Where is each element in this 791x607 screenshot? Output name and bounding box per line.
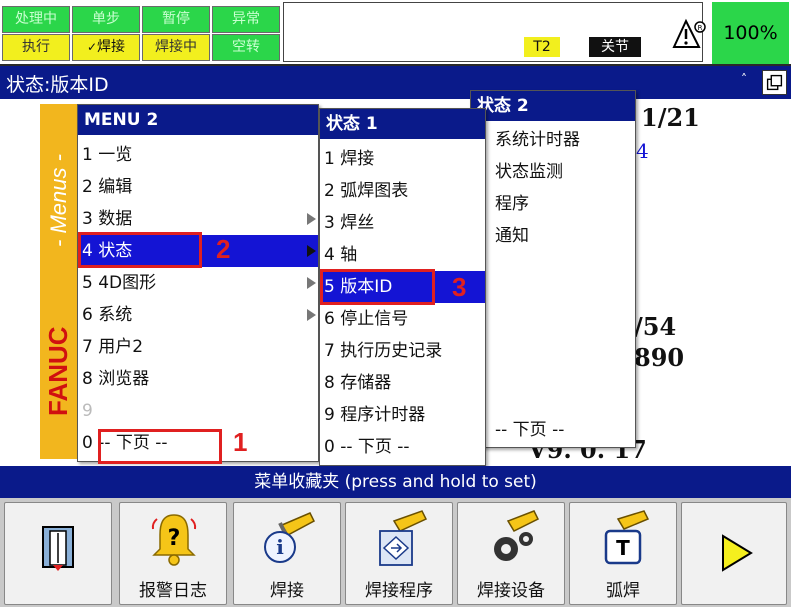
menu-item-4d-graphics[interactable]: 5 4D图形: [78, 267, 318, 299]
fkey-alarm-log[interactable]: ? 报警日志: [119, 502, 227, 605]
main-menu: MENU 2 1 一览 2 编辑 3 数据 4 状态 5 4D图形 6 系统 7…: [77, 104, 319, 462]
background-fragment: 890: [634, 343, 685, 372]
indicator-fault: 异常: [212, 6, 280, 33]
annotation-number-3: 3: [452, 272, 467, 302]
menu-item-9: 9: [78, 395, 318, 427]
menu-item-arc-weld-chart[interactable]: 2 弧焊图表: [320, 175, 485, 207]
indicator-weld: ✓焊接: [72, 34, 140, 61]
title-bar: 状态:版本ID ˄: [0, 66, 791, 99]
maximize-icon[interactable]: [762, 70, 787, 95]
svg-text:i: i: [276, 535, 284, 559]
main-menu-header: MENU 2: [78, 105, 318, 135]
override-percent[interactable]: 100%: [712, 2, 789, 64]
fkey-next[interactable]: [681, 502, 787, 605]
menu-item-next-page[interactable]: 0 -- 下页 --: [320, 431, 485, 463]
indicator-step: 单步: [72, 6, 140, 33]
fkey-weld-program[interactable]: 焊接程序: [345, 502, 453, 605]
submenu-arrow-icon: [307, 245, 316, 257]
indicator-hold: 暂停: [142, 6, 210, 33]
door-exit-icon: [42, 526, 74, 571]
weld-equipment-icon: [494, 510, 540, 561]
menu-item-label: 5 4D图形: [82, 273, 157, 293]
menu-item-user2[interactable]: 7 用户2: [78, 331, 318, 363]
menu-item-label: 9: [82, 401, 93, 421]
menu-item-system-timer[interactable]: 系统计时器: [491, 124, 635, 156]
indicator-run: 执行: [2, 34, 70, 61]
mode-badge: T2: [524, 37, 560, 57]
menu-item-wire[interactable]: 3 焊丝: [320, 207, 485, 239]
arc-weld-icon: T: [604, 510, 650, 565]
menu-item-data[interactable]: 3 数据: [78, 203, 318, 235]
function-key-bar: ? 报警日志 i 焊接 焊接程序 焊接设备 T 弧焊: [0, 498, 791, 607]
indicator-busy: 处理中: [2, 6, 70, 33]
menu-item-program[interactable]: 程序: [491, 188, 635, 220]
check-icon: ✓: [86, 40, 98, 54]
menu-item-notify[interactable]: 通知: [491, 220, 635, 252]
fkey-label: 焊接: [270, 581, 304, 601]
coord-badge: 关节: [589, 37, 641, 57]
annotation-number-1: 1: [233, 427, 248, 457]
menu-item-memory[interactable]: 8 存储器: [320, 367, 485, 399]
strip-menus-label: - Menus -: [46, 154, 71, 248]
alarm-bell-icon: ?: [151, 514, 197, 566]
status-bar: 处理中 单步 暂停 异常 执行 ✓焊接 焊接中 空转 T2 关节 R 100%: [0, 0, 791, 66]
menu-item-label: 3 数据: [82, 209, 133, 229]
menu-item-status-monitor[interactable]: 状态监测: [491, 156, 635, 188]
status-menu-2: 状态 2 系统计时器 状态监测 程序 通知 -- 下页 --: [470, 90, 636, 448]
submenu-arrow-icon: [307, 309, 316, 321]
fkey-arc-weld[interactable]: T 弧焊: [569, 502, 677, 605]
menu-item-label: 1 一览: [82, 145, 133, 165]
weld-program-icon: [379, 510, 428, 566]
menu-item-edit[interactable]: 2 编辑: [78, 171, 318, 203]
weld-torch-info-icon: i: [264, 512, 315, 563]
status-menu-1-header: 状态 1: [320, 109, 485, 139]
submenu-arrow-icon: [307, 277, 316, 289]
fkey-label: 报警日志: [139, 581, 207, 601]
page-counter: 1/21: [641, 103, 700, 132]
fkey-weld-equipment[interactable]: 焊接设备: [457, 502, 565, 605]
background-fragment: /54: [634, 312, 677, 341]
menu-item-label: 7 用户2: [82, 337, 144, 357]
fkey-label: 焊接程序: [365, 581, 433, 601]
indicator-welding: 焊接中: [142, 34, 210, 61]
menu-item-stop-signal[interactable]: 6 停止信号: [320, 303, 485, 335]
annotation-number-2: 2: [216, 234, 231, 264]
caret-up-icon: ˄: [741, 72, 747, 86]
menu-item-exec-history[interactable]: 7 执行历史记录: [320, 335, 485, 367]
menu-item-weld[interactable]: 1 焊接: [320, 143, 485, 175]
background-fragment: 4: [636, 139, 649, 163]
warning-icon: R: [672, 18, 706, 48]
menu-item-axis[interactable]: 4 轴: [320, 239, 485, 271]
menu-item-label: 2 编辑: [82, 177, 133, 197]
menu-item-label: 8 浏览器: [82, 369, 150, 389]
menu-item-system[interactable]: 6 系统: [78, 299, 318, 331]
indicator-dry-run: 空转: [212, 34, 280, 61]
annotation-box-1: [98, 429, 222, 464]
annotation-box-3: [320, 269, 435, 305]
screen-title: 状态:版本ID: [6, 74, 109, 96]
annotation-box-2: [78, 232, 202, 268]
svg-text:?: ?: [168, 526, 181, 551]
fkey-exit[interactable]: [4, 502, 112, 605]
svg-text:R: R: [698, 24, 703, 32]
menu-item-program-timer[interactable]: 9 程序计时器: [320, 399, 485, 431]
fkey-label: 弧焊: [606, 581, 640, 601]
indicator-weld-label: 焊接: [97, 39, 126, 55]
fkey-weld[interactable]: i 焊接: [233, 502, 341, 605]
fkey-label: 焊接设备: [477, 581, 545, 601]
fanuc-logo: FANUC: [43, 326, 73, 416]
menu-item-list[interactable]: 1 一览: [78, 139, 318, 171]
menu-favorites-bar[interactable]: 菜单收藏夹 (press and hold to set): [0, 466, 791, 498]
menu-item-browser[interactable]: 8 浏览器: [78, 363, 318, 395]
status-menu-2-header: 状态 2: [471, 91, 635, 121]
menu-item-label: 6 系统: [82, 305, 133, 325]
submenu-arrow-icon: [307, 213, 316, 225]
svg-text:T: T: [616, 536, 630, 560]
next-arrow-icon: [722, 534, 753, 572]
menu-item-next-page[interactable]: -- 下页 --: [491, 414, 635, 446]
